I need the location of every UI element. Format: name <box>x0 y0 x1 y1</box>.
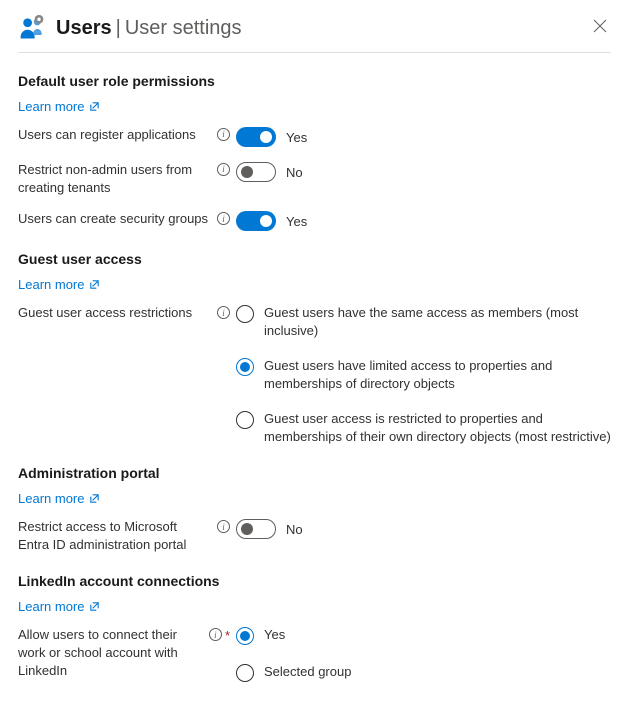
toggle-restrict-tenants[interactable] <box>236 162 276 182</box>
learn-more-link-guest-access[interactable]: Learn more <box>18 277 100 292</box>
row-restrict-tenants: Restrict non-admin users from creating t… <box>18 161 611 196</box>
radio-label: Guest users have limited access to prope… <box>264 357 611 392</box>
external-link-icon <box>89 601 100 612</box>
panel-header: Users | User settings <box>18 14 611 53</box>
info-icon[interactable]: i <box>217 306 230 319</box>
radio-input[interactable] <box>236 358 254 376</box>
label-restrict-admin-portal: Restrict access to Microsoft Entra ID ad… <box>18 518 211 553</box>
radio-option-guest-same-access[interactable]: Guest users have the same access as memb… <box>236 304 611 339</box>
learn-more-link-linkedin[interactable]: Learn more <box>18 599 100 614</box>
radio-input[interactable] <box>236 411 254 429</box>
toggle-value: Yes <box>286 130 307 145</box>
radio-label: Selected group <box>264 663 611 681</box>
toggle-security-groups[interactable] <box>236 211 276 231</box>
learn-more-label: Learn more <box>18 491 84 506</box>
toggle-value: Yes <box>286 214 307 229</box>
radio-input[interactable] <box>236 627 254 645</box>
learn-more-label: Learn more <box>18 277 84 292</box>
info-icon[interactable]: i <box>217 212 230 225</box>
row-guest-access-restrictions: Guest user access restrictions i Guest u… <box>18 304 611 445</box>
toggle-restrict-admin-portal[interactable] <box>236 519 276 539</box>
external-link-icon <box>89 101 100 112</box>
radio-input[interactable] <box>236 305 254 323</box>
radio-input[interactable] <box>236 664 254 682</box>
title-separator: | <box>116 17 121 40</box>
user-settings-panel: Users | User settings Default user role … <box>0 0 629 714</box>
close-icon[interactable] <box>589 15 611 41</box>
learn-more-label: Learn more <box>18 99 84 114</box>
toggle-value: No <box>286 522 303 537</box>
external-link-icon <box>89 279 100 290</box>
toggle-value: No <box>286 165 303 180</box>
info-icon[interactable]: i <box>217 163 230 176</box>
users-icon <box>18 14 46 42</box>
label-restrict-tenants: Restrict non-admin users from creating t… <box>18 161 211 196</box>
row-register-apps: Users can register applications i Yes <box>18 126 611 147</box>
learn-more-label: Learn more <box>18 599 84 614</box>
learn-more-link-default-user[interactable]: Learn more <box>18 99 100 114</box>
panel-subtitle: User settings <box>125 17 242 40</box>
info-icon[interactable]: i <box>209 628 222 641</box>
row-security-groups: Users can create security groups i Yes <box>18 210 611 231</box>
info-icon[interactable]: i <box>217 520 230 533</box>
required-indicator: * <box>225 627 230 645</box>
label-linkedin: Allow users to connect their work or sch… <box>18 626 203 679</box>
info-icon[interactable]: i <box>217 128 230 141</box>
learn-more-link-admin-portal[interactable]: Learn more <box>18 491 100 506</box>
label-register-apps: Users can register applications <box>18 126 211 144</box>
radio-label: Guest users have the same access as memb… <box>264 304 611 339</box>
panel-title: Users <box>56 17 112 40</box>
radio-option-guest-limited[interactable]: Guest users have limited access to prope… <box>236 357 611 392</box>
section-heading-admin-portal: Administration portal <box>18 465 611 481</box>
radio-option-guest-restricted[interactable]: Guest user access is restricted to prope… <box>236 410 611 445</box>
radio-option-linkedin-yes[interactable]: Yes <box>236 626 611 645</box>
radio-option-linkedin-selected-group[interactable]: Selected group <box>236 663 611 682</box>
section-heading-linkedin: LinkedIn account connections <box>18 573 611 589</box>
radio-label: Guest user access is restricted to prope… <box>264 410 611 445</box>
radio-label: Yes <box>264 626 611 644</box>
toggle-register-apps[interactable] <box>236 127 276 147</box>
external-link-icon <box>89 493 100 504</box>
section-heading-default-user: Default user role permissions <box>18 73 611 89</box>
row-linkedin-connections: Allow users to connect their work or sch… <box>18 626 611 682</box>
row-restrict-admin-portal: Restrict access to Microsoft Entra ID ad… <box>18 518 611 553</box>
label-guest-access: Guest user access restrictions <box>18 304 211 322</box>
section-heading-guest-access: Guest user access <box>18 251 611 267</box>
label-security-groups: Users can create security groups <box>18 210 211 228</box>
